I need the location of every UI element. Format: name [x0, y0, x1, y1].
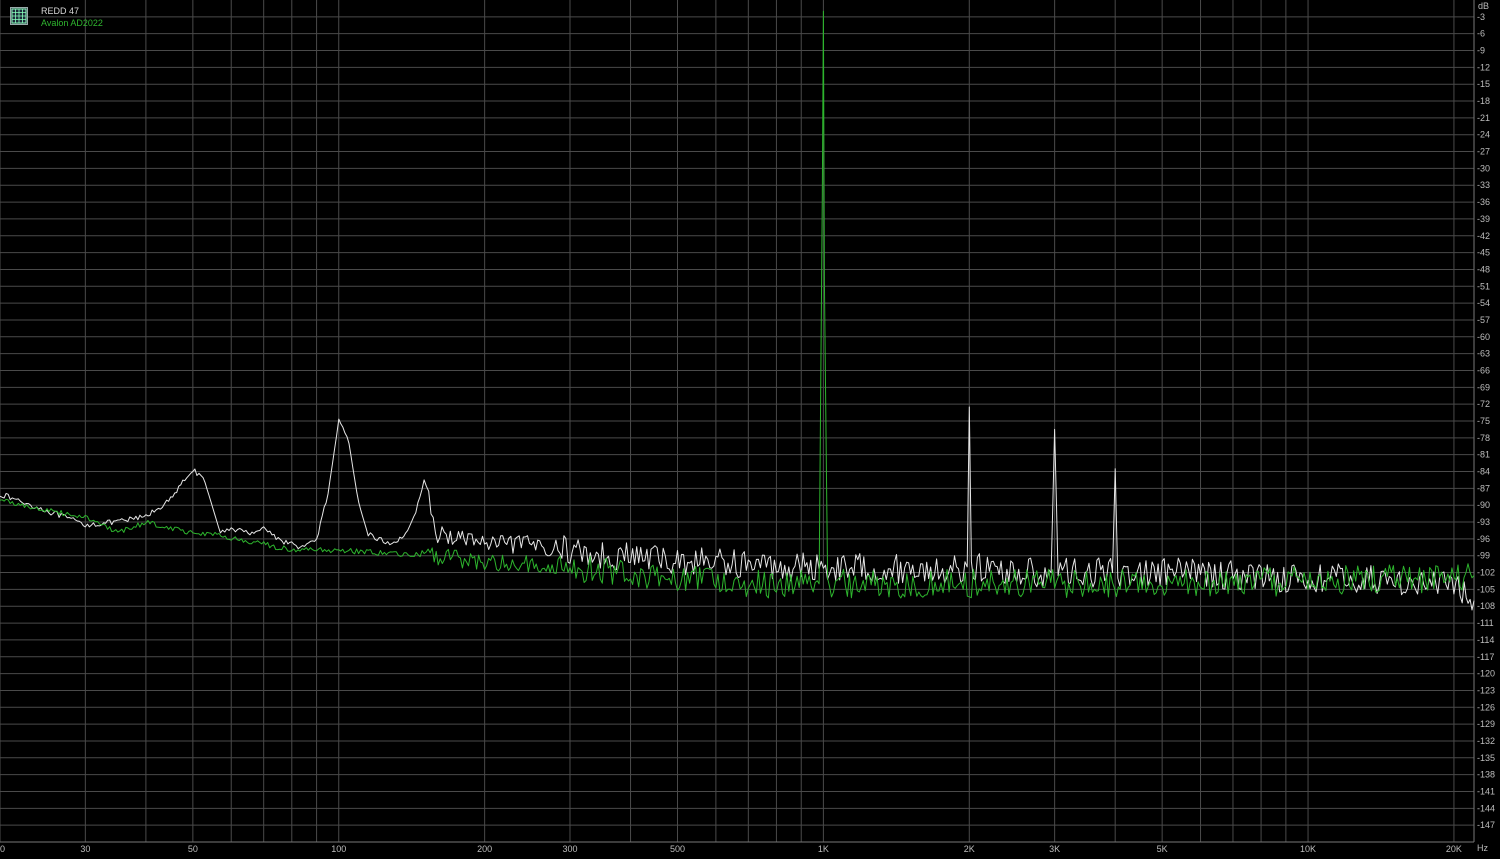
y-tick-label: -81: [1477, 450, 1490, 460]
y-tick-label: -36: [1477, 197, 1490, 207]
y-tick-label: -75: [1477, 416, 1490, 426]
y-tick-label: -99: [1477, 551, 1490, 561]
y-tick-label: -57: [1477, 315, 1490, 325]
y-tick-label: -3: [1477, 12, 1485, 22]
y-tick-label: -135: [1477, 753, 1495, 763]
y-tick-label: -9: [1477, 46, 1485, 56]
x-tick-label: 20K: [1446, 844, 1462, 854]
y-tick-label: -48: [1477, 264, 1490, 274]
y-tick-label: -147: [1477, 820, 1495, 830]
y-tick-label: -66: [1477, 365, 1490, 375]
y-tick-label: -12: [1477, 62, 1490, 72]
x-tick-label: 10K: [1300, 844, 1316, 854]
y-tick-label: -18: [1477, 96, 1490, 106]
y-tick-label: -129: [1477, 719, 1495, 729]
spectrum-chart: -3 -6 -9 -12 -15 -18 -21 -24 -27 -30 -33 -36 -39 -42 -…: [0, 0, 1500, 859]
y-tick-label: -102: [1477, 568, 1495, 578]
y-tick-label: -39: [1477, 214, 1490, 224]
legend-entry-avalon: Avalon AD2022: [41, 18, 103, 28]
y-tick-label: -141: [1477, 786, 1495, 796]
y-tick-label: -51: [1477, 281, 1490, 291]
y-tick-label: -54: [1477, 298, 1490, 308]
y-tick-label: -123: [1477, 685, 1495, 695]
y-tick-label: -78: [1477, 433, 1490, 443]
y-tick-label: -120: [1477, 669, 1495, 679]
y-tick-label: -30: [1477, 163, 1490, 173]
legend-entry-redd47: REDD 47: [41, 6, 80, 16]
y-tick-label: -27: [1477, 147, 1490, 157]
y-tick-label: -90: [1477, 500, 1490, 510]
x-tick-label: 20: [0, 844, 5, 854]
y-tick-label: -24: [1477, 130, 1490, 140]
y-tick-label: -60: [1477, 332, 1490, 342]
x-tick-label: 500: [670, 844, 685, 854]
x-tick-label: 100: [331, 844, 346, 854]
y-tick-label: -33: [1477, 180, 1490, 190]
y-tick-label: -63: [1477, 349, 1490, 359]
y-tick-label: -84: [1477, 467, 1490, 477]
y-tick-label: -138: [1477, 770, 1495, 780]
y-tick-label: -87: [1477, 483, 1490, 493]
x-tick-label: 200: [477, 844, 492, 854]
x-tick-label: 3K: [1049, 844, 1060, 854]
grid-icon[interactable]: [10, 7, 28, 25]
y-tick-label: -132: [1477, 736, 1495, 746]
plot-background: [0, 0, 1500, 859]
y-tick-label: -42: [1477, 231, 1490, 241]
x-axis-unit: Hz: [1477, 843, 1488, 853]
y-tick-label: -93: [1477, 517, 1490, 527]
y-tick-label: -111: [1477, 618, 1494, 628]
x-tick-label: 2K: [964, 844, 975, 854]
y-tick-label: -15: [1477, 79, 1490, 89]
y-tick-label: -6: [1477, 29, 1485, 39]
y-tick-label: -117: [1477, 652, 1494, 662]
x-tick-label: 50: [188, 844, 198, 854]
y-tick-label: -114: [1477, 635, 1494, 645]
y-tick-label: -105: [1477, 584, 1495, 594]
y-tick-label: -21: [1477, 113, 1490, 123]
y-tick-label: -144: [1477, 803, 1495, 813]
y-tick-label: -45: [1477, 248, 1490, 258]
y-tick-label: -96: [1477, 534, 1490, 544]
y-tick-label: -126: [1477, 702, 1495, 712]
x-tick-label: 1K: [818, 844, 829, 854]
y-tick-label: -108: [1477, 601, 1495, 611]
y-axis-unit: dB: [1478, 1, 1490, 11]
y-tick-label: -72: [1477, 399, 1490, 409]
x-tick-label: 300: [562, 844, 577, 854]
x-tick-label: 5K: [1157, 844, 1168, 854]
y-tick-label: -69: [1477, 382, 1490, 392]
x-tick-label: 30: [80, 844, 90, 854]
